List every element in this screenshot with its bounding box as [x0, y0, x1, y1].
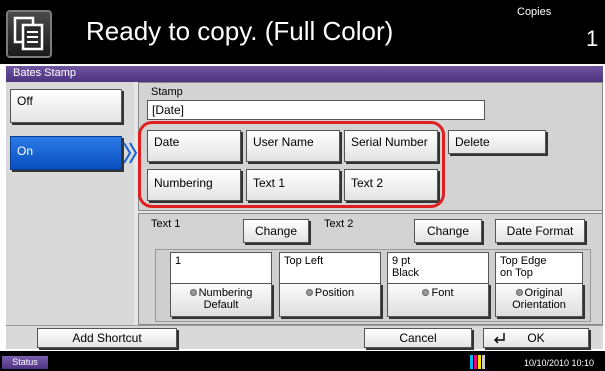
status-dot-icon	[422, 289, 430, 296]
status-button[interactable]: Status	[2, 356, 48, 369]
add-shortcut-button[interactable]: Add Shortcut	[37, 328, 177, 348]
status-dot-icon	[515, 289, 523, 296]
status-dot-icon	[189, 289, 197, 296]
page-title: Ready to copy. (Full Color)	[86, 16, 394, 46]
text2-change-button[interactable]: Change	[414, 219, 482, 243]
highlight-callout	[138, 121, 445, 208]
text1-change-button[interactable]: Change	[243, 219, 309, 243]
delete-button[interactable]: Delete	[448, 130, 546, 154]
copies-label: Copies	[517, 6, 552, 18]
off-button[interactable]: Off	[10, 89, 122, 123]
orientation-value: Top Edge on Top	[495, 252, 583, 284]
datetime-display: 10/10/2010 10:10	[524, 358, 595, 368]
stamp-label: Stamp	[151, 86, 183, 98]
position-button[interactable]: Position	[279, 283, 381, 317]
status-dot-icon	[305, 289, 313, 296]
copies-count: 1	[586, 26, 599, 51]
ok-button[interactable]: OK	[483, 328, 589, 348]
dialog-title: Bates Stamp	[6, 66, 603, 82]
toner-level-icon	[470, 355, 488, 369]
original-orientation-button[interactable]: Original Orientation	[495, 283, 583, 317]
selection-arrow-icon	[122, 140, 138, 166]
stamp-preview-field: [Date]	[147, 100, 485, 120]
numbering-default-button[interactable]: Numbering Default	[170, 283, 272, 317]
font-button[interactable]: Font	[387, 283, 489, 317]
text1-label: Text 1	[151, 218, 181, 230]
numbering-value: 1	[170, 252, 272, 284]
enter-icon	[492, 331, 506, 348]
date-format-button[interactable]: Date Format	[495, 219, 585, 243]
position-value: Top Left	[279, 252, 381, 284]
on-button[interactable]: On	[10, 136, 122, 170]
bottom-status-bar	[0, 351, 605, 371]
copy-icon	[6, 10, 52, 58]
text2-label: Text 2	[324, 218, 354, 230]
cancel-button[interactable]: Cancel	[364, 328, 472, 348]
font-value: 9 pt Black	[387, 252, 489, 284]
